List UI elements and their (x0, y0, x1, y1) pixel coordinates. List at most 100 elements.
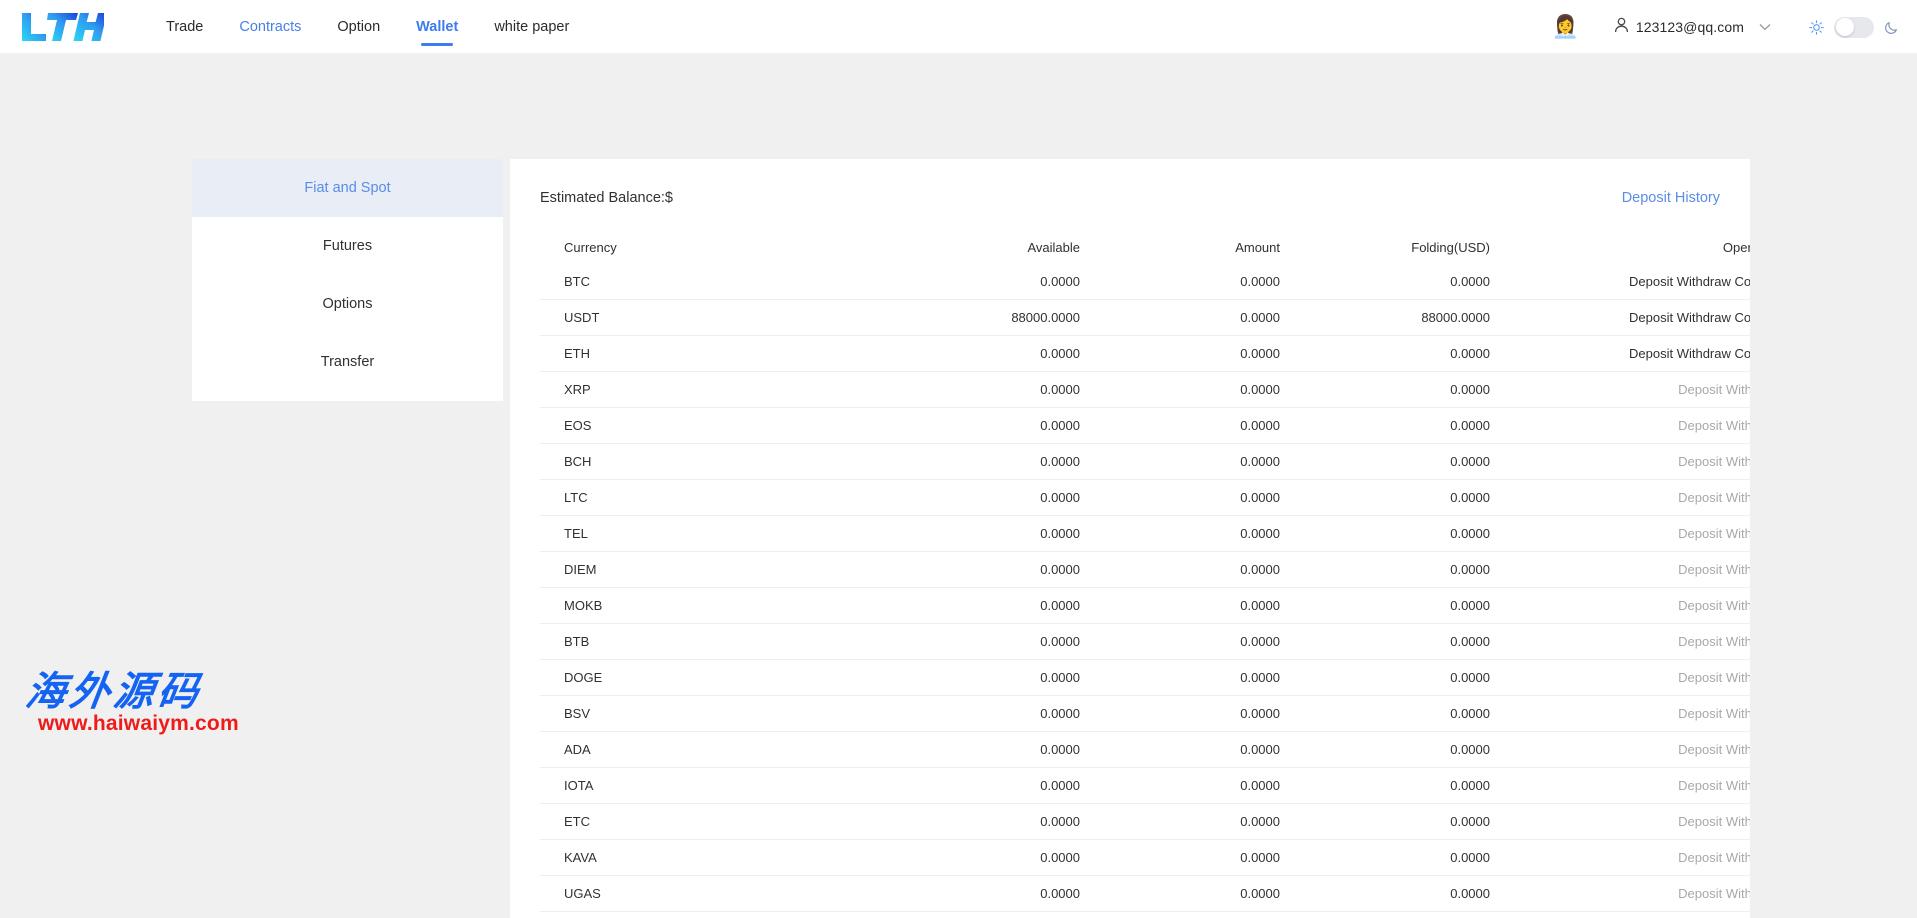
cell-operation[interactable]: Deposit Withdraw (1490, 372, 1750, 408)
deposit-history-link[interactable]: Deposit History (1622, 190, 1720, 206)
cell-operation[interactable]: Deposit Withdraw (1490, 624, 1750, 660)
cell-folding: 0.0000 (1280, 912, 1490, 918)
cell-available: 0.0000 (820, 408, 1080, 444)
page-body: Fiat and Spot Futures Options Transfer E… (0, 54, 1917, 918)
cell-currency: DOGE (540, 660, 820, 696)
cell-operation[interactable]: Deposit Withdraw (1490, 444, 1750, 480)
cell-operation[interactable]: Deposit Withdraw (1490, 732, 1750, 768)
cell-operation[interactable]: Deposit Withdraw (1490, 408, 1750, 444)
cell-folding: 0.0000 (1280, 876, 1490, 912)
sidebar-item-options[interactable]: Options (192, 275, 503, 333)
cell-available: 0.0000 (820, 444, 1080, 480)
nav-item-trade[interactable]: Trade (148, 0, 221, 54)
lth-logo[interactable] (18, 10, 104, 44)
cell-folding: 0.0000 (1280, 588, 1490, 624)
cell-available: 0.0000 (820, 732, 1080, 768)
cell-amount: 0.0000 (1080, 732, 1280, 768)
table-row: UGAS0.00000.00000.0000Deposit Withdraw (540, 876, 1750, 912)
cell-currency: MOKB (540, 588, 820, 624)
cell-available: 0.0000 (820, 372, 1080, 408)
cell-available: 0.0000 (820, 696, 1080, 732)
cell-currency: DIEM (540, 552, 820, 588)
moon-icon[interactable] (1884, 20, 1899, 35)
table-row: BTC0.00000.00000.0000Deposit Withdraw Co… (540, 264, 1750, 300)
cell-currency: TEL (540, 516, 820, 552)
theme-toggle[interactable] (1834, 17, 1874, 38)
cell-currency: EOS (540, 408, 820, 444)
table-row: ETH0.00000.00000.0000Deposit Withdraw Co… (540, 336, 1750, 372)
cell-operation[interactable]: Deposit Withdraw (1490, 912, 1750, 918)
cell-amount: 0.0000 (1080, 408, 1280, 444)
wallet-panel: Estimated Balance:$ Deposit History Curr… (510, 159, 1750, 918)
cell-operation[interactable]: Deposit Withdraw (1490, 480, 1750, 516)
sidebar-item-futures[interactable]: Futures (192, 217, 503, 275)
cell-operation[interactable]: Deposit Withdraw (1490, 588, 1750, 624)
cell-operation[interactable]: Deposit Withdraw (1490, 516, 1750, 552)
cell-available: 0.0000 (820, 876, 1080, 912)
cell-operation[interactable]: Deposit Withdraw (1490, 768, 1750, 804)
cell-available: 0.0000 (820, 912, 1080, 918)
cell-operation[interactable]: Deposit Withdraw Convert (1490, 264, 1750, 300)
cell-folding: 0.0000 (1280, 732, 1490, 768)
col-header-currency: Currency (540, 231, 820, 264)
user-menu[interactable]: 123123@qq.com (1614, 17, 1771, 38)
table-row: BSV0.00000.00000.0000Deposit Withdraw (540, 696, 1750, 732)
cell-operation[interactable]: Deposit Withdraw Convert (1490, 300, 1750, 336)
cell-currency: LTC (540, 480, 820, 516)
sun-icon[interactable] (1809, 20, 1824, 35)
cell-amount: 0.0000 (1080, 624, 1280, 660)
nav-item-contracts[interactable]: Contracts (221, 0, 319, 54)
cell-currency: KAVA (540, 840, 820, 876)
cell-amount: 0.0000 (1080, 696, 1280, 732)
table-row: EOS0.00000.00000.0000Deposit Withdraw (540, 408, 1750, 444)
table-row: ADA0.00000.00000.0000Deposit Withdraw (540, 732, 1750, 768)
table-row: DOGE0.00000.00000.0000Deposit Withdraw (540, 660, 1750, 696)
nav-item-wallet[interactable]: Wallet (398, 0, 476, 54)
cell-folding: 0.0000 (1280, 660, 1490, 696)
sidebar-item-transfer[interactable]: Transfer (192, 333, 503, 391)
cell-folding: 0.0000 (1280, 516, 1490, 552)
cell-amount: 0.0000 (1080, 372, 1280, 408)
cell-operation[interactable]: Deposit Withdraw Convert (1490, 336, 1750, 372)
cell-operation[interactable]: Deposit Withdraw (1490, 840, 1750, 876)
table-row: USDT88000.00000.000088000.0000Deposit Wi… (540, 300, 1750, 336)
nav-item-option[interactable]: Option (319, 0, 398, 54)
table-row: KAVA0.00000.00000.0000Deposit Withdraw (540, 840, 1750, 876)
table-row: LTC0.00000.00000.0000Deposit Withdraw (540, 480, 1750, 516)
table-row: EWF0.00000.00000.0000Deposit Withdraw (540, 912, 1750, 918)
wallet-layout: Fiat and Spot Futures Options Transfer E… (192, 159, 1750, 918)
table-header-row: Currency Available Amount Folding(USD) O… (540, 231, 1750, 264)
main-nav: Trade Contracts Option Wallet white pape… (148, 0, 587, 54)
cell-folding: 0.0000 (1280, 624, 1490, 660)
cell-operation[interactable]: Deposit Withdraw (1490, 552, 1750, 588)
cell-amount: 0.0000 (1080, 264, 1280, 300)
cell-operation[interactable]: Deposit Withdraw (1490, 876, 1750, 912)
wallet-table-head: Currency Available Amount Folding(USD) O… (540, 231, 1750, 264)
table-row: XRP0.00000.00000.0000Deposit Withdraw (540, 372, 1750, 408)
chevron-down-icon (1759, 20, 1771, 34)
sidebar-item-fiat-and-spot[interactable]: Fiat and Spot (192, 159, 503, 217)
top-header: Trade Contracts Option Wallet white pape… (0, 0, 1917, 54)
cell-currency: BSV (540, 696, 820, 732)
cell-currency: ETH (540, 336, 820, 372)
cell-currency: BCH (540, 444, 820, 480)
cell-available: 0.0000 (820, 516, 1080, 552)
cell-operation[interactable]: Deposit Withdraw (1490, 696, 1750, 732)
lth-logo-icon (18, 10, 104, 44)
cell-amount: 0.0000 (1080, 840, 1280, 876)
cell-currency: XRP (540, 372, 820, 408)
nav-item-white-paper[interactable]: white paper (476, 0, 587, 54)
wallet-sidebar: Fiat and Spot Futures Options Transfer (192, 159, 503, 401)
cell-folding: 0.0000 (1280, 840, 1490, 876)
col-header-available: Available (820, 231, 1080, 264)
col-header-folding: Folding(USD) (1280, 231, 1490, 264)
avatar[interactable]: 👩‍💼 (1552, 14, 1578, 40)
cell-currency: BTC (540, 264, 820, 300)
cell-currency: ETC (540, 804, 820, 840)
cell-available: 0.0000 (820, 840, 1080, 876)
cell-operation[interactable]: Deposit Withdraw (1490, 660, 1750, 696)
cell-operation[interactable]: Deposit Withdraw (1490, 804, 1750, 840)
cell-amount: 0.0000 (1080, 912, 1280, 918)
table-row: DIEM0.00000.00000.0000Deposit Withdraw (540, 552, 1750, 588)
table-row: ETC0.00000.00000.0000Deposit Withdraw (540, 804, 1750, 840)
